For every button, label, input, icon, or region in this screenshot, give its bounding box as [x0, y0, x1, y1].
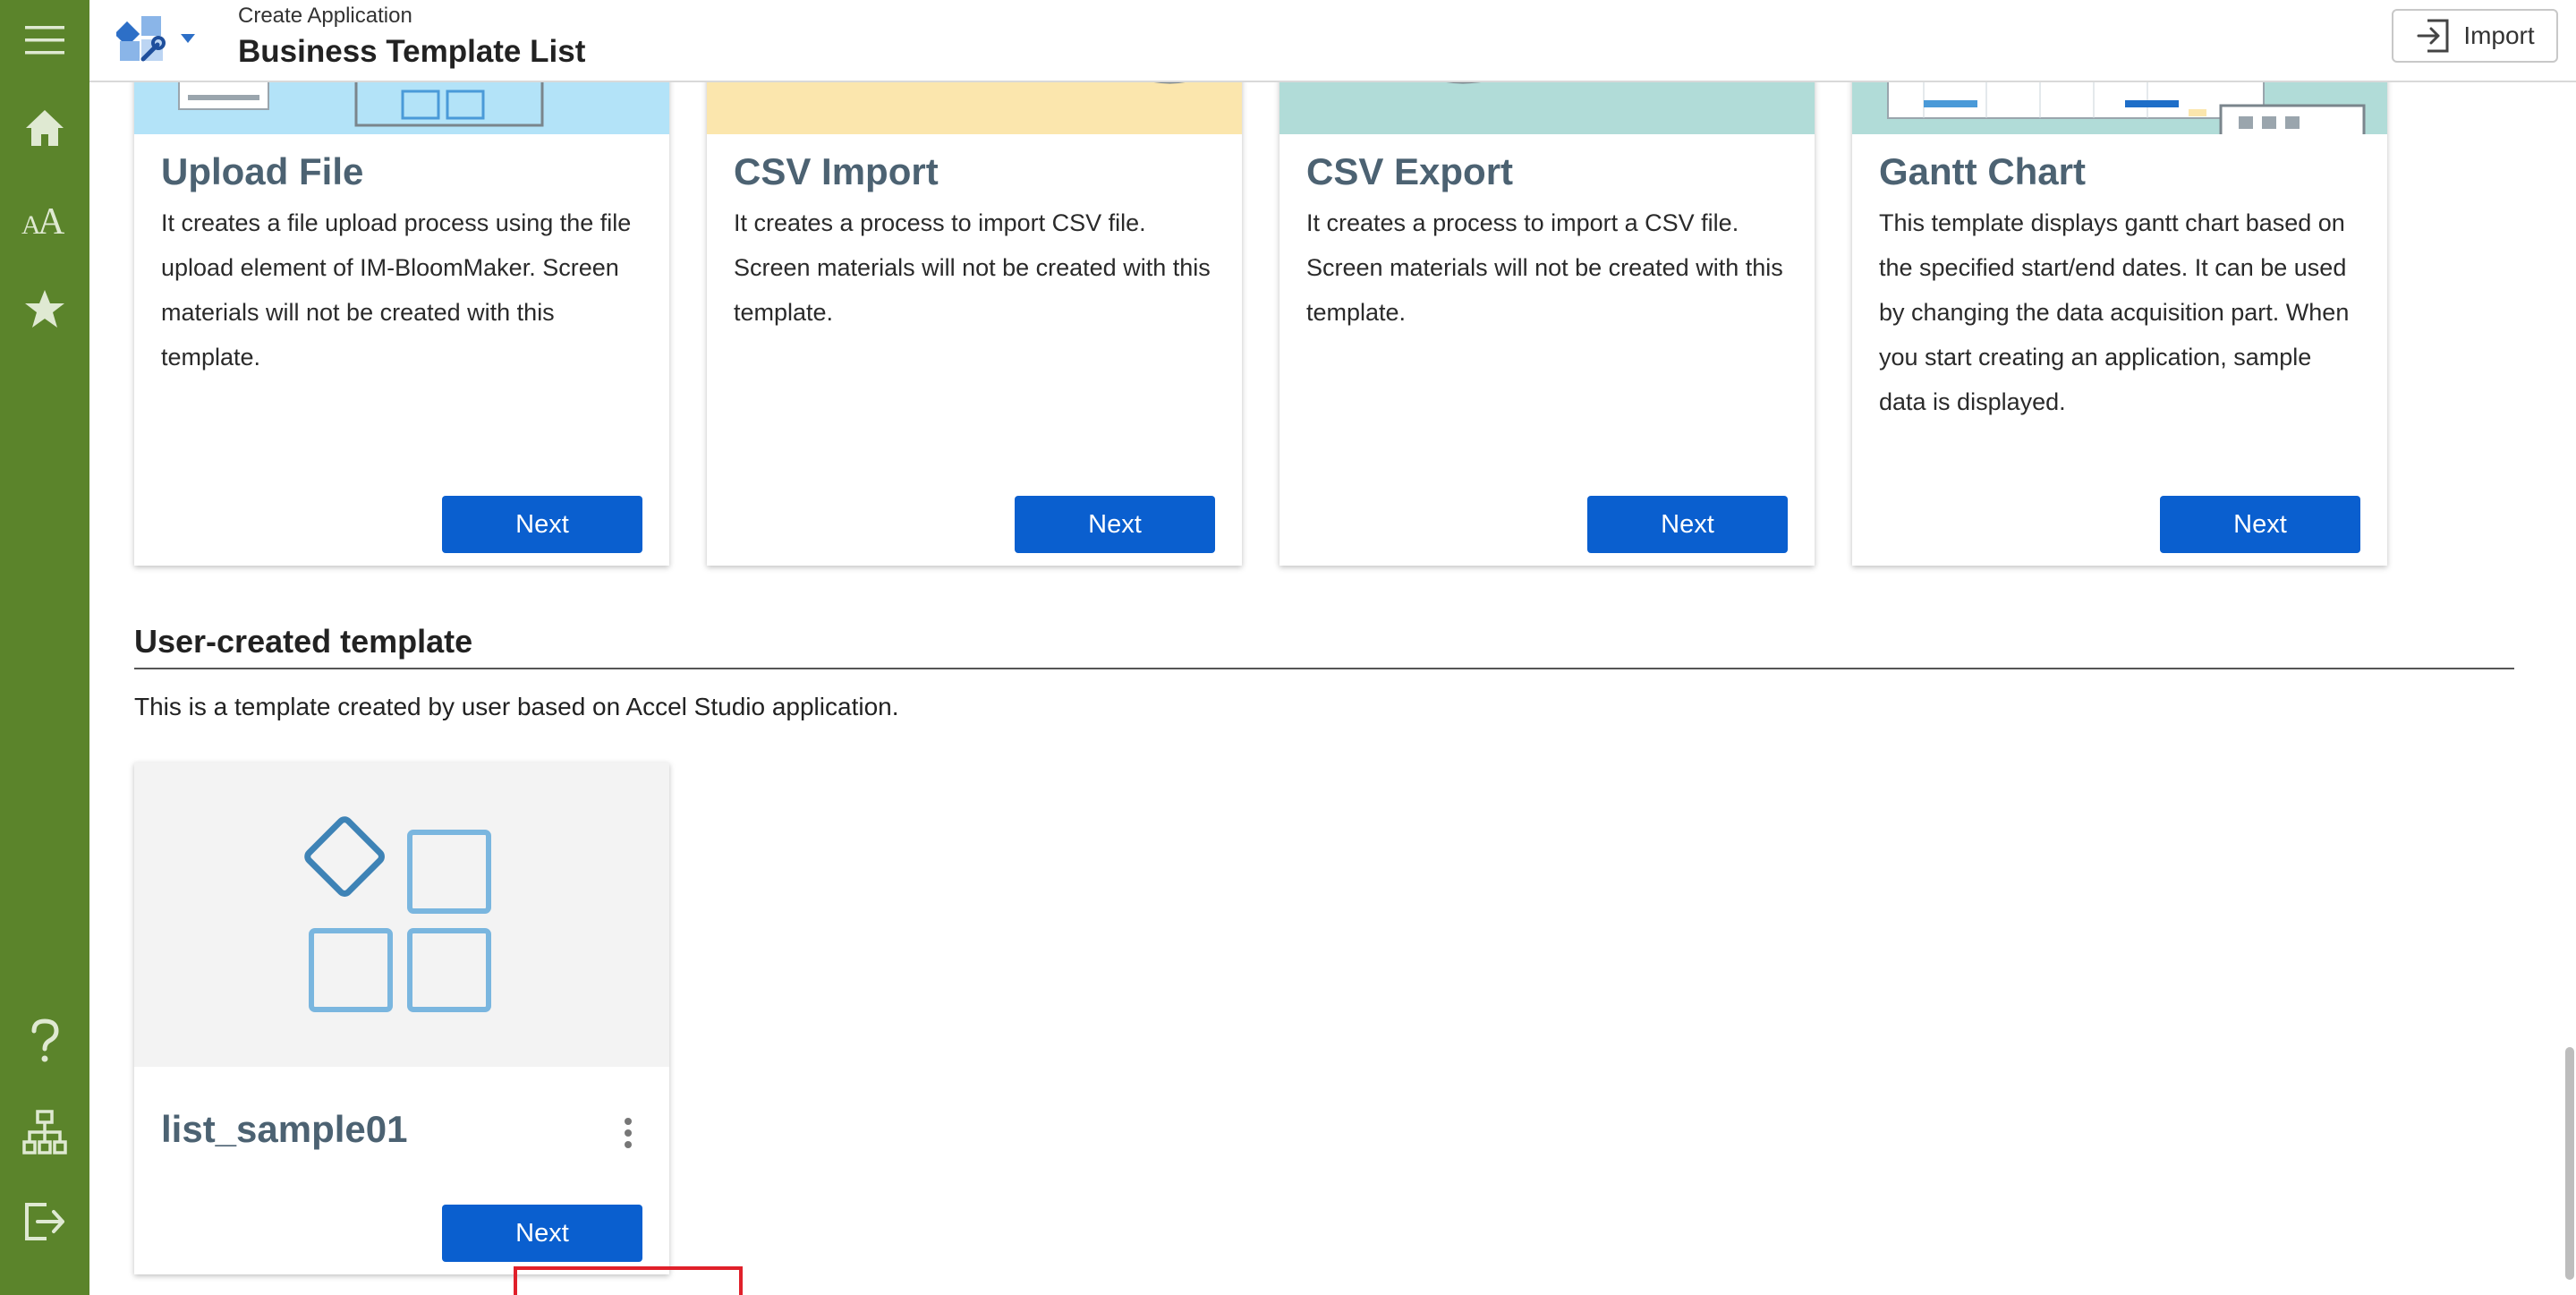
star-icon[interactable]	[0, 268, 89, 349]
card-title: Gantt Chart	[1879, 150, 2086, 192]
card-title: Upload File	[161, 150, 364, 192]
more-options-icon[interactable]	[623, 1117, 633, 1154]
template-card-list-sample01: list_sample01 Next	[134, 763, 669, 1274]
card-description: It creates a file upload process using t…	[161, 209, 632, 371]
highlight-box	[514, 1266, 743, 1295]
logout-icon[interactable]	[0, 1181, 89, 1262]
card-thumbnail	[1852, 82, 2387, 134]
card-description: It creates a process to import a CSV fil…	[1306, 209, 1783, 326]
sitemap-icon[interactable]	[0, 1092, 89, 1172]
section-divider	[134, 668, 2514, 669]
section-description: This is a template created by user based…	[134, 693, 899, 720]
template-card-csv-import: CSV Import It creates a process to impor…	[707, 82, 1242, 566]
next-button[interactable]: Next	[2160, 496, 2360, 553]
next-button[interactable]: Next	[442, 1205, 642, 1262]
help-icon[interactable]	[0, 1001, 89, 1081]
template-card-gantt-chart: Gantt Chart This template displays gantt…	[1852, 82, 2387, 566]
chevron-down-icon[interactable]	[179, 32, 197, 49]
template-card-upload-file: Upload File It creates a file upload pro…	[134, 82, 669, 566]
card-thumbnail	[1279, 82, 1815, 134]
card-thumbnail	[134, 82, 669, 134]
card-title: CSV Import	[734, 150, 939, 192]
card-thumbnail	[707, 82, 1242, 134]
card-title: CSV Export	[1306, 150, 1514, 192]
main-content: Upload File It creates a file upload pro…	[89, 82, 2576, 1295]
header: Create Application Business Template Lis…	[89, 0, 2576, 82]
next-button[interactable]: Next	[1015, 496, 1215, 553]
app-logo-icon[interactable]	[114, 14, 168, 63]
home-icon[interactable]	[0, 88, 89, 168]
breadcrumb: Create Application	[238, 4, 412, 28]
page-title: Business Template List	[238, 34, 586, 69]
card-thumbnail	[134, 763, 669, 1067]
card-description: This template displays gantt chart based…	[1879, 209, 2350, 415]
sidebar: AA	[0, 0, 89, 1295]
svg-text:A: A	[38, 201, 65, 237]
import-button[interactable]: Import	[2392, 9, 2558, 63]
scrollbar[interactable]	[2565, 1047, 2574, 1280]
menu-icon[interactable]	[0, 0, 89, 81]
import-label: Import	[2463, 21, 2535, 49]
next-button[interactable]: Next	[442, 496, 642, 553]
next-button[interactable]: Next	[1587, 496, 1788, 553]
card-title: list_sample01	[161, 1108, 408, 1150]
template-placeholder-icon	[304, 816, 491, 1012]
card-description: It creates a process to import CSV file.…	[734, 209, 1211, 326]
font-size-icon[interactable]: AA	[0, 179, 89, 260]
template-card-csv-export: CSV Export It creates a process to impor…	[1279, 82, 1815, 566]
section-title: User-created template	[134, 623, 473, 660]
import-icon	[2417, 19, 2449, 53]
